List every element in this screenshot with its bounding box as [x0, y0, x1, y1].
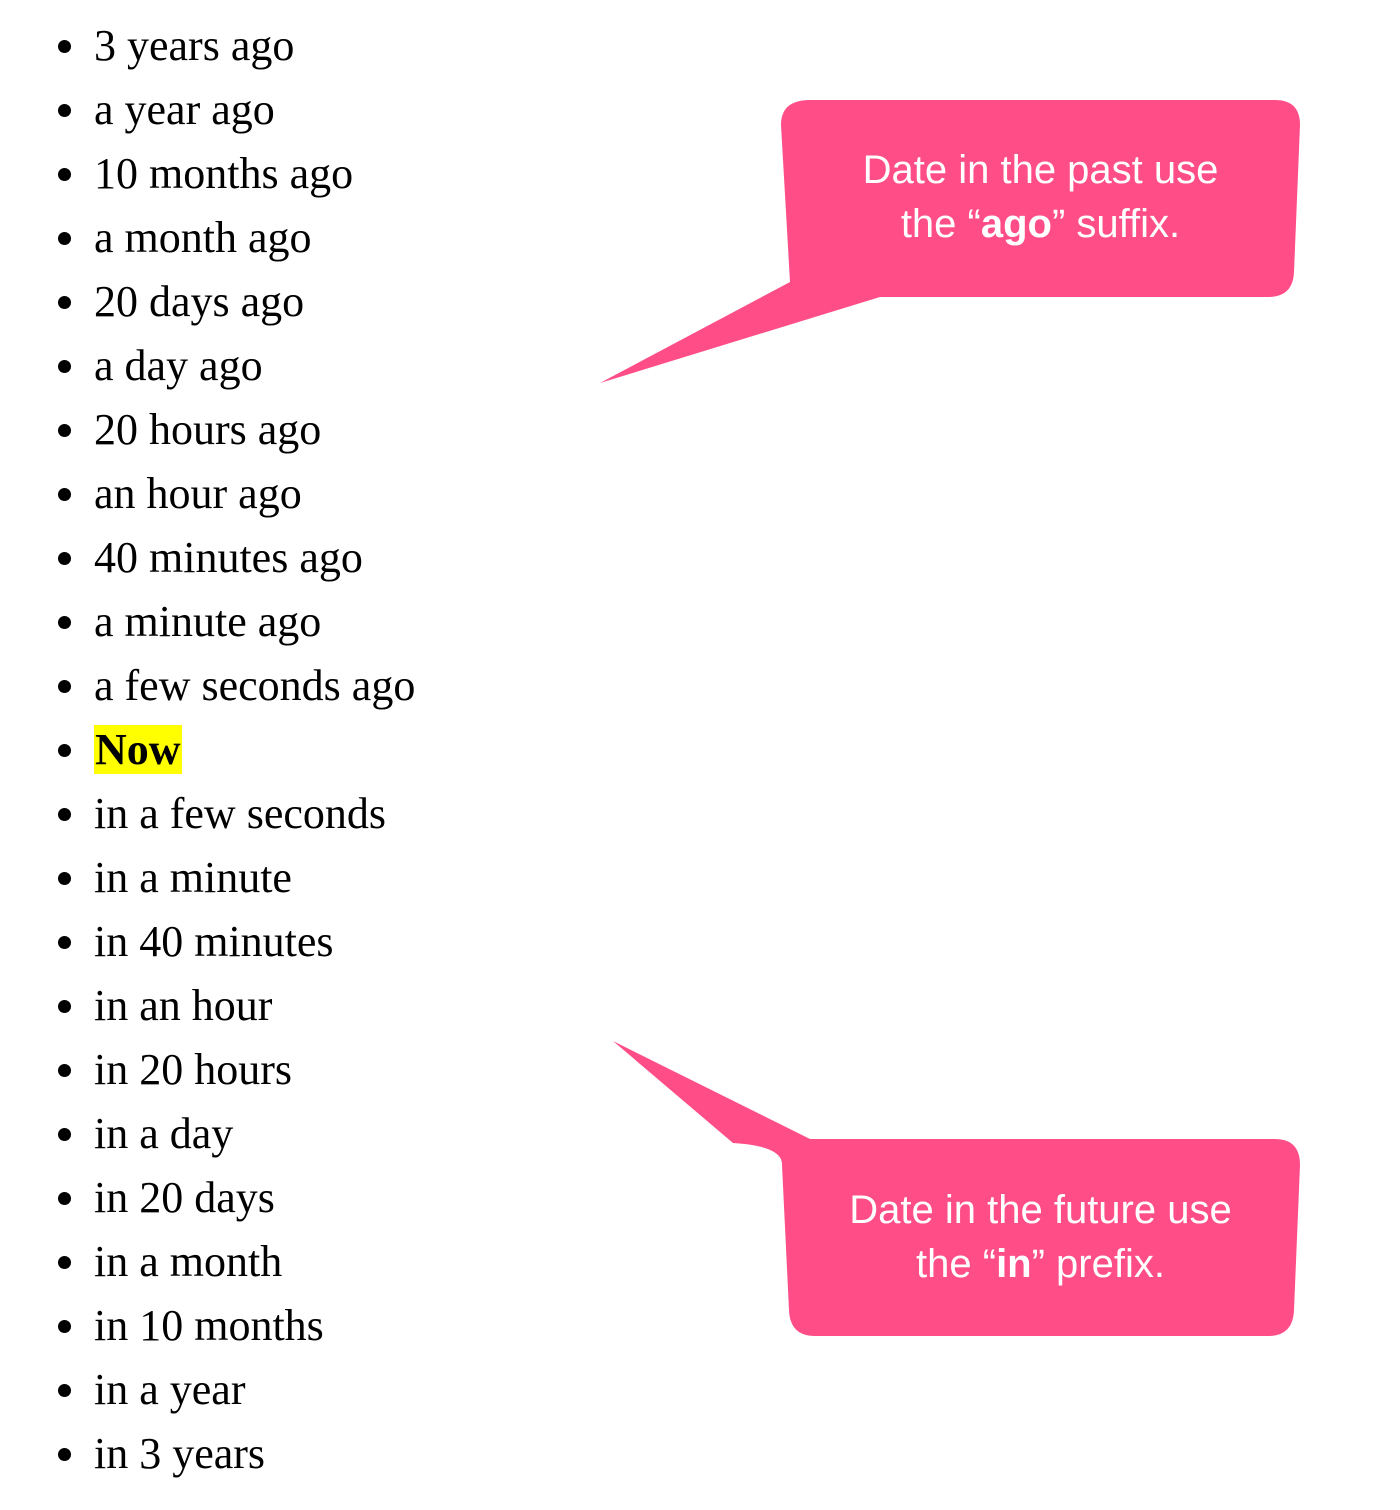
future-callout-text: Date in the future use the “in” prefix. — [781, 1183, 1300, 1291]
past-callout-line2: the “ago” suffix. — [781, 197, 1300, 251]
future-line2-prefix: the “ — [916, 1242, 997, 1286]
past-keyword: ago — [980, 202, 1052, 246]
future-keyword: in — [996, 1242, 1032, 1286]
past-callout-text: Date in the past use the “ago” suffix. — [781, 143, 1300, 251]
future-callout-line2: the “in” prefix. — [781, 1237, 1300, 1291]
past-line2-suffix: ” suffix. — [1051, 202, 1181, 246]
past-line2-prefix: the “ — [900, 202, 981, 246]
past-callout-line1: Date in the past use — [862, 148, 1219, 192]
future-callout-line1: Date in the future use — [849, 1188, 1232, 1232]
future-line2-suffix: ” prefix. — [1031, 1242, 1165, 1286]
